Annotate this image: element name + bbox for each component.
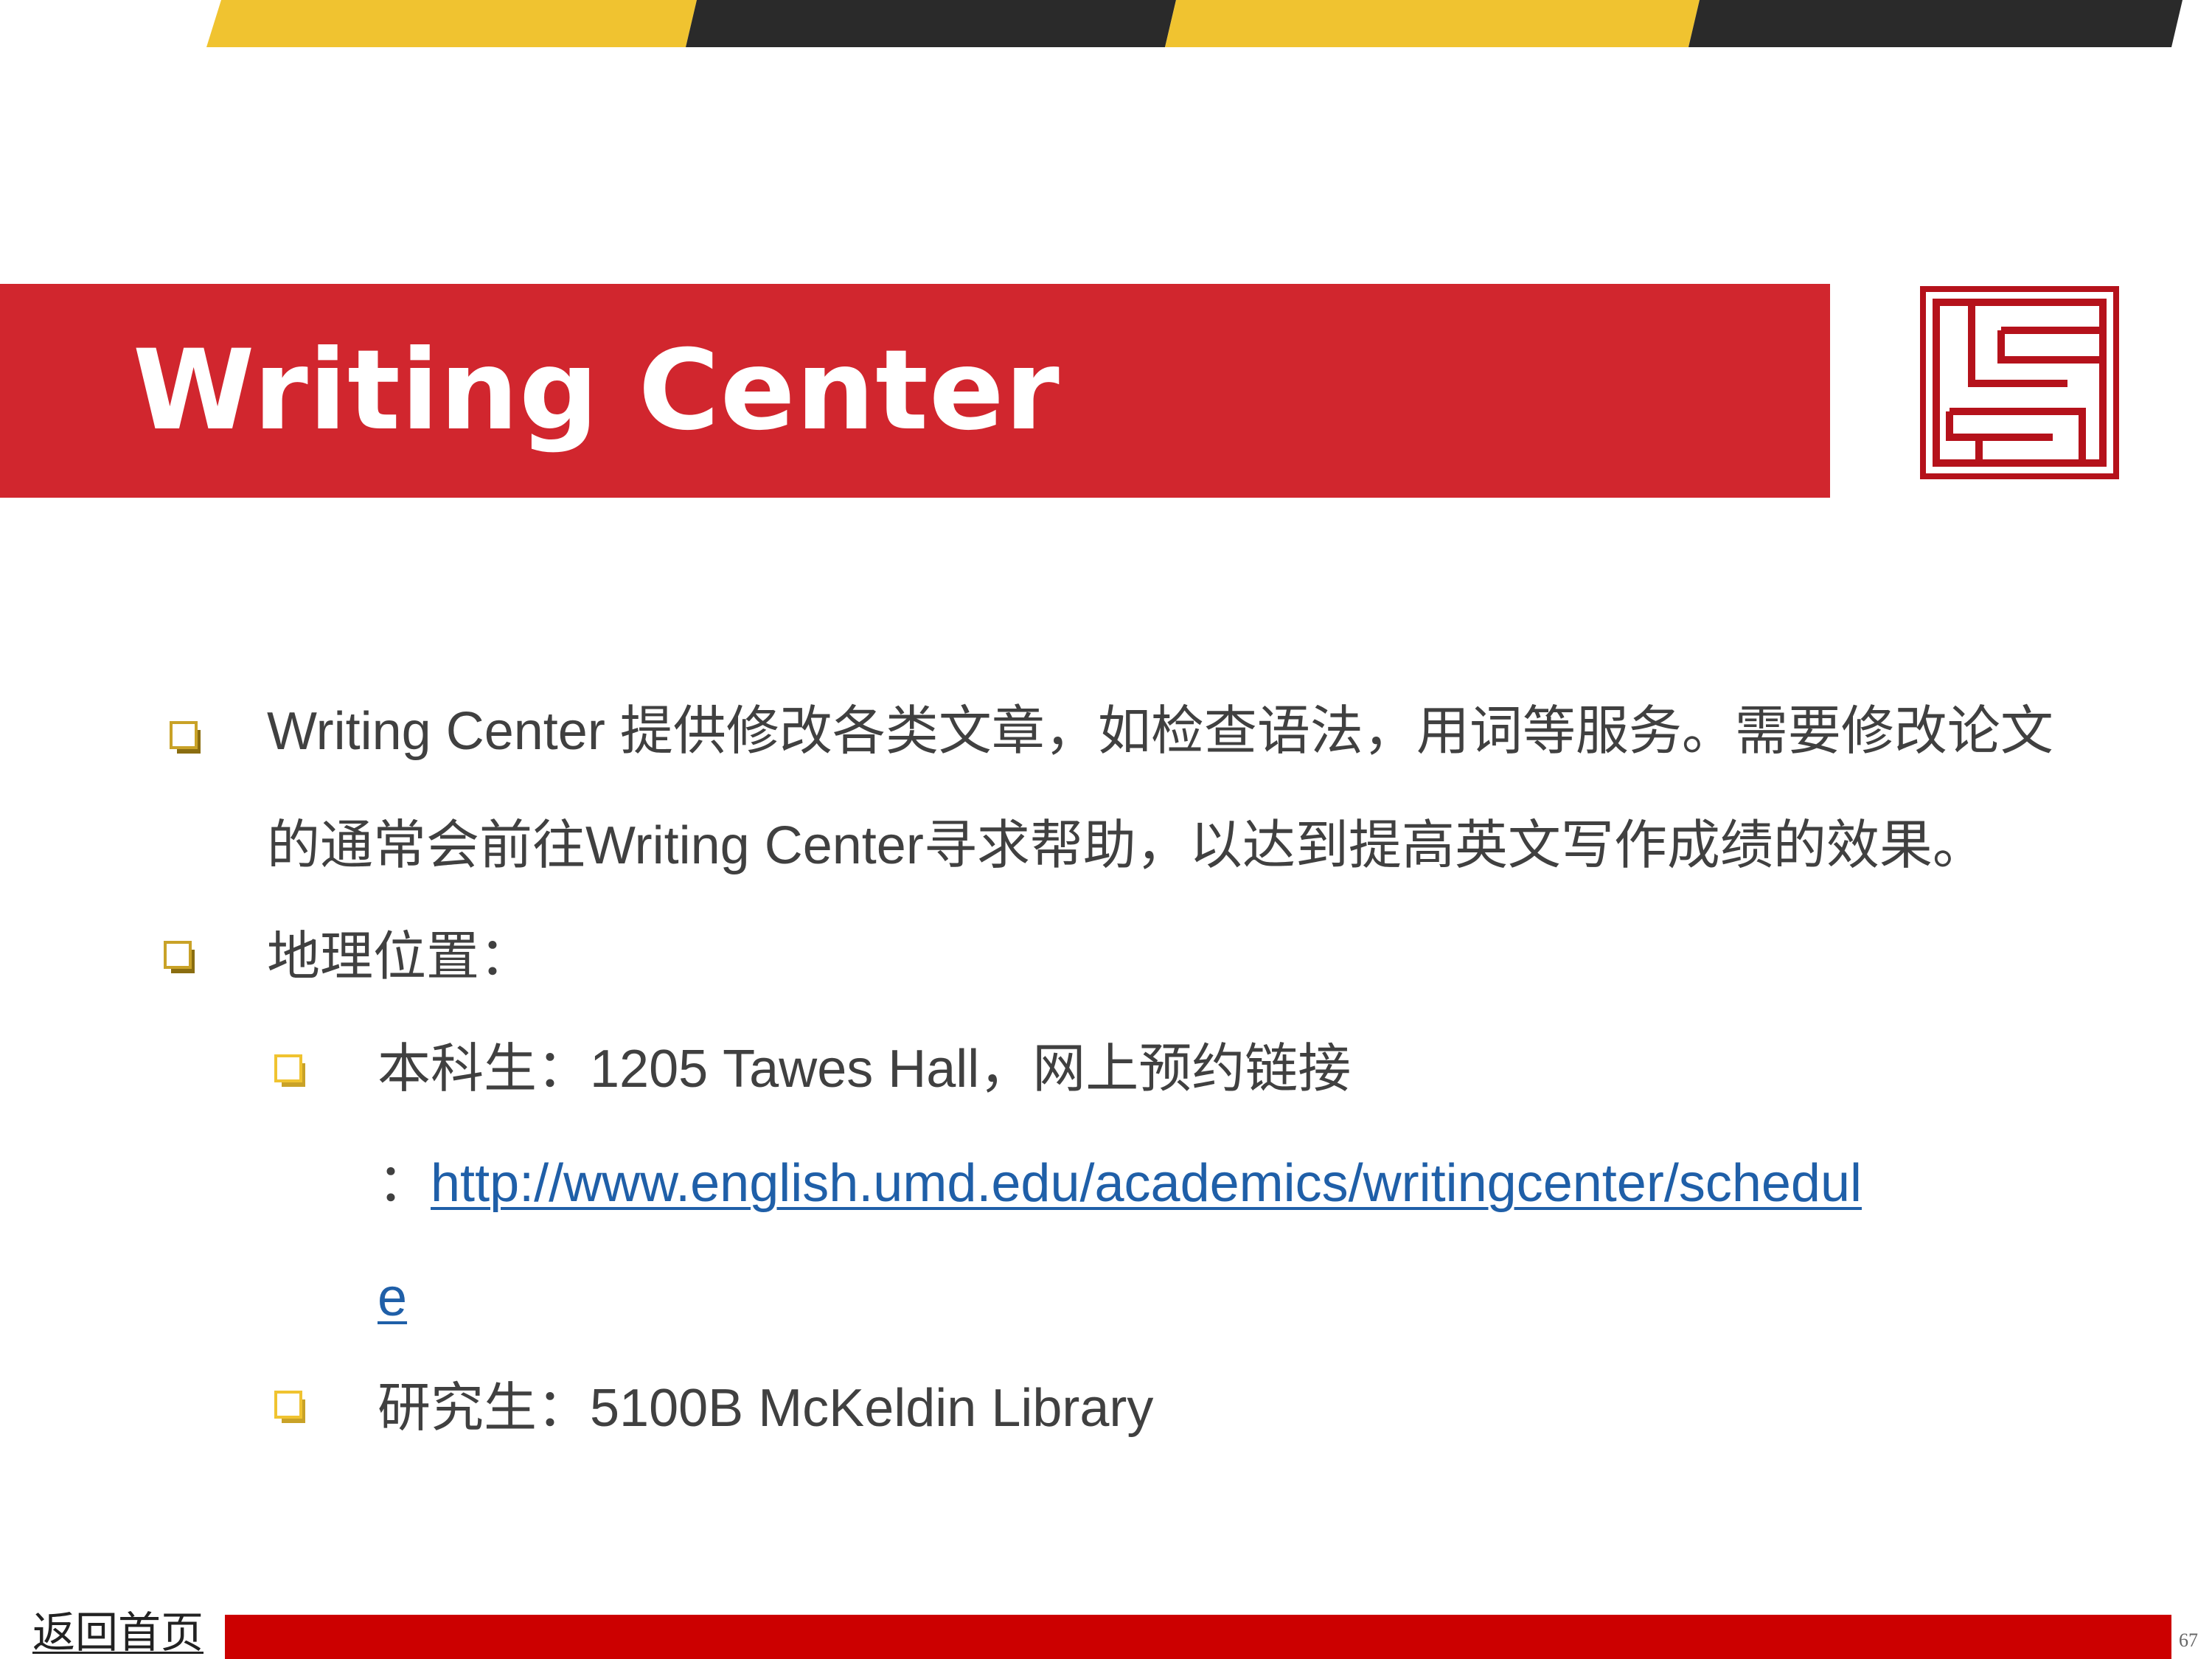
checkbox-bullet-icon — [164, 941, 195, 973]
intro-text-line-2: 的通常会前往Writing Center寻求帮助，以达到提高英文写作成绩的效果。 — [267, 816, 1986, 875]
checkbox-bullet-icon — [170, 721, 201, 754]
undergrad-link-line-2: e — [378, 1261, 407, 1335]
location-heading: 地理位置： — [267, 928, 533, 987]
stripe-yellow-2 — [1165, 0, 1700, 47]
top-stripe-decoration — [206, 0, 2183, 47]
stripe-yellow-1 — [206, 0, 697, 47]
undergrad-link-line-1: ：http://www.english.umd.edu/academics/wr… — [378, 1147, 1862, 1220]
page-title: Writing Center — [133, 327, 1060, 455]
schedule-link[interactable]: http://www.english.umd.edu/academics/wri… — [431, 1154, 1862, 1213]
link-colon: ： — [378, 1154, 431, 1213]
undergrad-location: 本科生：1205 Tawes Hall，网上预约链接 — [378, 1040, 1352, 1099]
seal-logo-icon — [1920, 286, 2119, 479]
schedule-link-continuation[interactable]: e — [378, 1268, 407, 1327]
intro-text-line-1: Writing Center 提供修改各类文章，如检查语法，用词等服务。需要修改… — [267, 702, 2053, 761]
stripe-black-2 — [1688, 0, 2183, 47]
checkbox-bullet-icon — [274, 1391, 305, 1423]
checkbox-bullet-icon — [274, 1054, 305, 1087]
page-number: 67 — [2179, 1630, 2198, 1651]
home-link[interactable]: 返回首页 — [32, 1607, 204, 1659]
stripe-black-1 — [686, 0, 1176, 47]
grad-location: 研究生：5100B McKeldin Library — [378, 1379, 1154, 1438]
footer-bar — [225, 1615, 2171, 1659]
